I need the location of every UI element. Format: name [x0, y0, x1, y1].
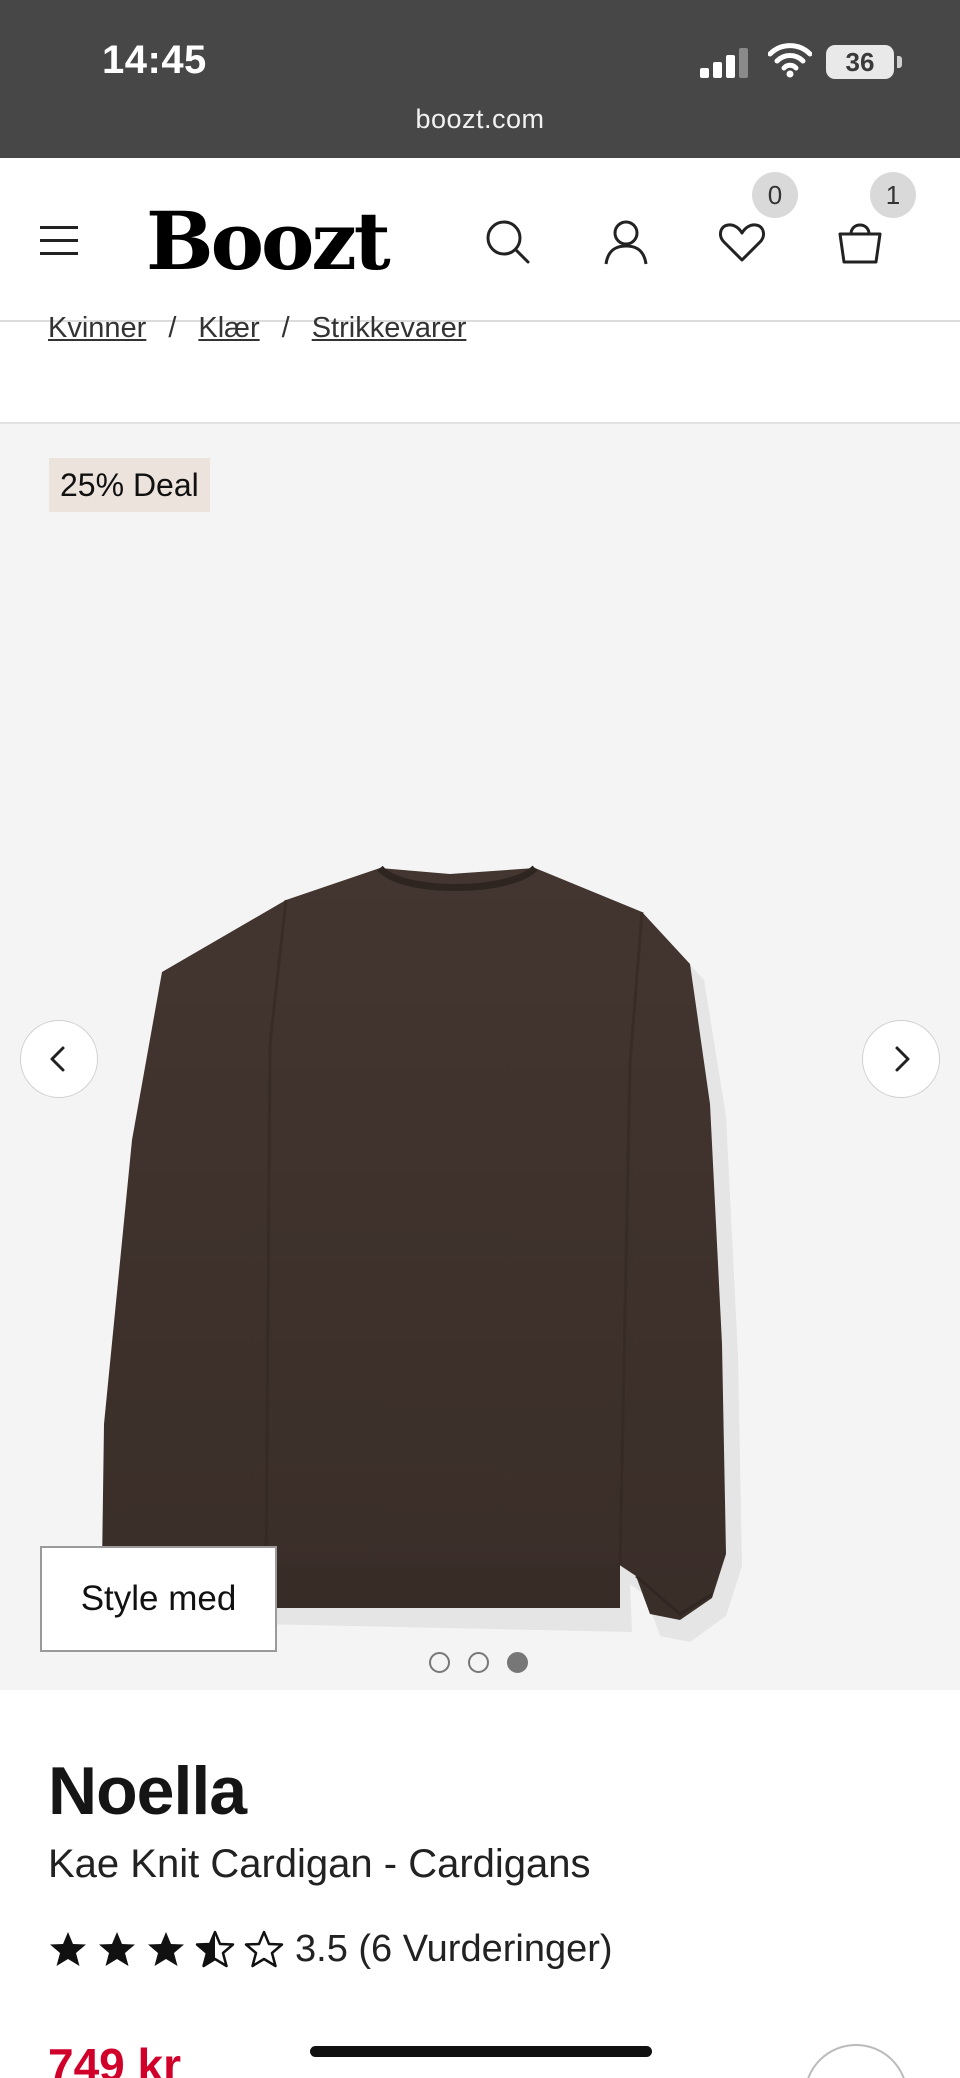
pagination-dot[interactable] [429, 1652, 450, 1673]
chevron-right-icon [895, 1046, 910, 1072]
product-brand[interactable]: Noella [48, 1752, 247, 1830]
star-empty-icon [244, 1930, 284, 1968]
star-full-icon [99, 1932, 135, 1966]
url-bar[interactable]: boozt.com [0, 104, 960, 135]
style-with-button[interactable]: Style med [40, 1546, 277, 1652]
floating-action-button[interactable] [804, 2044, 908, 2078]
chevron-left-icon [50, 1046, 65, 1072]
breadcrumb-separator: / [281, 312, 290, 344]
user-icon[interactable] [598, 214, 654, 270]
wishlist-count-badge: 0 [752, 172, 798, 218]
pagination-dot[interactable] [468, 1652, 489, 1673]
product-rating[interactable]: 3.5 (6 Vurderinger) [48, 1924, 613, 1974]
breadcrumb-link-kvinner[interactable]: Kvinner [48, 312, 146, 344]
next-image-button[interactable] [862, 1020, 940, 1098]
status-bar: 14:45 36 boozt.com [0, 0, 960, 158]
search-icon[interactable] [480, 214, 536, 270]
product-price: 749 kr [48, 2039, 182, 2078]
menu-icon[interactable] [40, 226, 80, 256]
wifi-icon [768, 43, 812, 78]
product-name: Kae Knit Cardigan - Cardigans [48, 1842, 591, 1886]
breadcrumb: Kvinner / Klær / Strikkevarer [48, 312, 466, 345]
shopping-bag-icon[interactable] [832, 214, 888, 270]
signal-icon [700, 46, 752, 78]
status-time: 14:45 [102, 38, 207, 82]
battery-indicator: 36 [826, 45, 902, 79]
star-full-icon [148, 1932, 184, 1966]
site-header: Boozt 0 1 [0, 158, 960, 322]
breadcrumb-separator: / [168, 312, 177, 344]
star-full-icon [50, 1932, 86, 1966]
deal-badge: 25% Deal [49, 458, 210, 512]
rating-summary: 3.5 (6 Vurderinger) [295, 1927, 613, 1970]
home-indicator [310, 2046, 652, 2057]
product-gallery[interactable]: 25% Deal Style med [0, 422, 960, 1690]
previous-image-button[interactable] [20, 1020, 98, 1098]
cart-count-badge: 1 [870, 172, 916, 218]
heart-icon[interactable] [714, 214, 770, 270]
pagination-dot-active[interactable] [507, 1652, 528, 1673]
star-half-icon [195, 1930, 235, 1968]
breadcrumb-link-klaer[interactable]: Klær [198, 312, 259, 344]
product-image-sweater[interactable] [90, 864, 880, 1644]
site-logo[interactable]: Boozt [146, 194, 391, 288]
breadcrumb-link-strikkevarer[interactable]: Strikkevarer [312, 312, 467, 344]
